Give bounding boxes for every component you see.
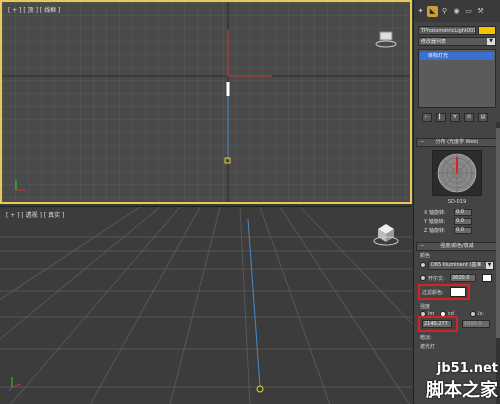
photometric-web-diagram — [437, 153, 477, 193]
preset-radio[interactable] — [420, 262, 426, 268]
z-rotation-label: Z 轴旋转: — [424, 228, 446, 234]
chevron-down-icon: ▼ — [487, 38, 495, 45]
scrollbar-thumb[interactable] — [496, 128, 500, 338]
web-distribution-preview — [432, 150, 482, 196]
configure-sets-icon[interactable]: ▤ — [478, 112, 488, 122]
stack-toolbar: ⊢ ▎ ∀ ⊘ ▤ — [418, 112, 496, 122]
x-rotation-row: X 轴旋转: 0.0 — [424, 209, 496, 217]
incandescent-label: 遮光灯 — [420, 344, 436, 350]
x-rotation-spinner[interactable]: 0.0 — [454, 209, 472, 216]
show-end-result-icon[interactable]: ▎ — [436, 112, 446, 122]
lx-radio[interactable] — [470, 311, 476, 317]
modify-icon[interactable]: ◣ — [427, 5, 438, 17]
kelvin-label: 开尔文: — [428, 276, 445, 282]
hierarchy-icon[interactable]: ⚲ — [439, 6, 450, 17]
y-rotation-label: Y 轴旋转: — [424, 219, 446, 225]
chevron-down-icon: ▼ — [486, 262, 493, 269]
command-panel-tabs: ✦ ◣ ⚲ ◉ ▭ ⚒ — [414, 0, 500, 22]
web-file-name: SD-019 — [447, 199, 467, 205]
light-object — [226, 82, 230, 96]
object-name-field[interactable]: TPhotometricLight001 — [418, 26, 476, 35]
strength-section-label: 强度 — [420, 304, 431, 310]
highlight-intensity — [418, 316, 458, 332]
highlight-filter-color — [418, 284, 470, 300]
display-icon[interactable]: ▭ — [463, 6, 474, 17]
remove-modifier-icon[interactable]: ⊘ — [464, 112, 474, 122]
kelvin-radio[interactable] — [420, 275, 426, 281]
make-unique-icon[interactable]: ∀ — [450, 112, 460, 122]
y-rotation-spinner[interactable]: 0.0 — [454, 218, 472, 225]
dimming-label: 暗淡: — [420, 335, 432, 341]
color-section-label: 颜色 — [420, 253, 431, 259]
x-rotation-label: X 轴旋转: — [424, 210, 446, 216]
watermark: jb51.net 脚本之家 — [426, 361, 498, 402]
watermark-site: jb51.net — [436, 361, 498, 376]
stack-item-target-light[interactable]: 目标灯光 — [420, 52, 494, 60]
color-preset-dropdown[interactable]: D65 Illuminant (基准 ▼ — [428, 261, 494, 270]
modifier-list-label: 修改器列表 — [421, 39, 447, 45]
kelvin-spinner[interactable]: 3600.0 — [450, 274, 476, 282]
viewport-label-top[interactable]: [ + ] [ 顶 ] [ 线框 ] — [8, 5, 60, 14]
view-cube-persp — [373, 224, 399, 246]
create-icon[interactable]: ✦ — [415, 6, 426, 17]
motion-icon[interactable]: ◉ — [451, 6, 462, 17]
utilities-icon[interactable]: ⚒ — [475, 6, 486, 17]
distribution-rollout-header[interactable]: − 分布 (光度学 Web) — [416, 138, 498, 147]
viewport-label-perspective[interactable]: [ + ] [ 透视 ] [ 真实 ] — [6, 210, 64, 219]
object-color-swatch[interactable] — [478, 26, 496, 35]
color-preset-value: D65 Illuminant (基准 — [431, 262, 482, 268]
z-rotation-row: Z 轴旋转: 0.0 — [424, 227, 496, 235]
light-beam-line — [247, 218, 261, 388]
perspective-grid — [0, 207, 412, 404]
watermark-name: 脚本之家 — [426, 380, 498, 401]
top-viewport-grid — [2, 2, 410, 202]
pin-stack-icon[interactable]: ⊢ — [422, 112, 432, 122]
top-viewport[interactable]: [ + ] [ 顶 ] [ 线框 ] — [0, 0, 412, 204]
intensity-lx-spinner[interactable]: 1000.0 — [462, 320, 490, 328]
modifier-list-dropdown[interactable]: 修改器列表 ▼ — [418, 37, 496, 46]
modifier-stack[interactable]: 目标灯光 — [418, 49, 496, 108]
z-rotation-spinner[interactable]: 0.0 — [454, 227, 472, 234]
perspective-viewport[interactable]: [ + ] [ 透视 ] [ 真实 ] — [0, 206, 412, 404]
y-rotation-row: Y 轴旋转: 0.0 — [424, 218, 496, 226]
intensity-rollout-header[interactable]: − 强度/颜色/衰减 — [416, 242, 498, 251]
axis-tripod-persp — [8, 377, 22, 392]
kelvin-color-swatch[interactable] — [482, 274, 492, 282]
lx-label: lx: — [478, 311, 485, 317]
